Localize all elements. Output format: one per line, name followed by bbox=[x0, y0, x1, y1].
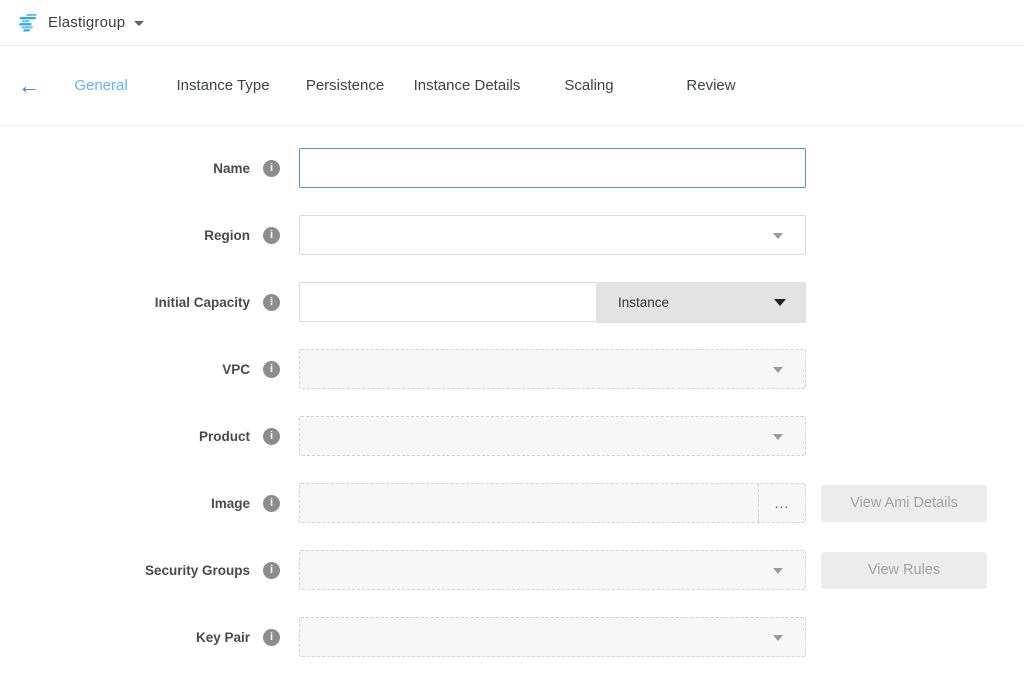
product-label: Product bbox=[0, 429, 250, 444]
vpc-label: VPC bbox=[0, 362, 250, 377]
initial-capacity-info-icon[interactable]: i bbox=[263, 294, 280, 311]
form-row-vpc: VPC i bbox=[0, 349, 1024, 389]
initial-capacity-label: Initial Capacity bbox=[0, 295, 250, 310]
tab-general[interactable]: General bbox=[40, 77, 162, 94]
form-row-name: Name i bbox=[0, 148, 1024, 188]
tab-review[interactable]: Review bbox=[650, 77, 772, 94]
region-label: Region bbox=[0, 228, 250, 243]
tab-scaling[interactable]: Scaling bbox=[528, 77, 650, 94]
name-label: Name bbox=[0, 161, 250, 176]
wizard-nav: ← General Instance Type Persistence Inst… bbox=[0, 46, 1024, 126]
key-pair-info-icon[interactable]: i bbox=[263, 629, 280, 646]
security-groups-info-icon[interactable]: i bbox=[263, 562, 280, 579]
tab-persistence[interactable]: Persistence bbox=[284, 77, 406, 94]
tab-instance-type[interactable]: Instance Type bbox=[162, 77, 284, 94]
tab-instance-details[interactable]: Instance Details bbox=[406, 77, 528, 94]
image-value bbox=[300, 484, 758, 522]
key-pair-select bbox=[299, 617, 806, 657]
vpc-select bbox=[299, 349, 806, 389]
back-arrow-icon[interactable]: ← bbox=[0, 75, 40, 97]
vpc-info-icon[interactable]: i bbox=[263, 361, 280, 378]
chevron-down-icon bbox=[774, 299, 786, 306]
security-groups-label: Security Groups bbox=[0, 563, 250, 578]
initial-capacity-input[interactable] bbox=[299, 282, 596, 322]
app-title[interactable]: Elastigroup bbox=[48, 14, 125, 31]
region-select[interactable] bbox=[299, 215, 806, 255]
caret-down-icon[interactable] bbox=[134, 21, 144, 26]
form-row-key-pair: Key Pair i bbox=[0, 617, 1024, 657]
region-info-icon[interactable]: i bbox=[263, 227, 280, 244]
image-picker: ... bbox=[299, 483, 806, 523]
general-form: Name i Region i Initial Capacity i Insta… bbox=[0, 126, 1024, 657]
key-pair-label: Key Pair bbox=[0, 630, 250, 645]
image-info-icon[interactable]: i bbox=[263, 495, 280, 512]
view-rules-button[interactable]: View Rules bbox=[821, 552, 987, 589]
chevron-down-icon bbox=[773, 635, 783, 641]
name-info-icon[interactable]: i bbox=[263, 160, 280, 177]
product-info-icon[interactable]: i bbox=[263, 428, 280, 445]
security-groups-select bbox=[299, 550, 806, 590]
app-header: Elastigroup bbox=[0, 0, 1024, 46]
chevron-down-icon bbox=[773, 233, 783, 239]
chevron-down-icon bbox=[773, 434, 783, 440]
image-browse-button[interactable]: ... bbox=[758, 484, 805, 522]
form-row-product: Product i bbox=[0, 416, 1024, 456]
capacity-unit-value: Instance bbox=[618, 295, 669, 310]
form-row-image: Image i ... View Ami Details bbox=[0, 483, 1024, 523]
form-row-security-groups: Security Groups i View Rules bbox=[0, 550, 1024, 590]
name-input[interactable] bbox=[299, 148, 806, 188]
view-ami-details-button[interactable]: View Ami Details bbox=[821, 485, 987, 522]
chevron-down-icon bbox=[773, 568, 783, 574]
form-row-initial-capacity: Initial Capacity i Instance bbox=[0, 282, 1024, 322]
capacity-unit-select[interactable]: Instance bbox=[596, 282, 806, 323]
chevron-down-icon bbox=[773, 367, 783, 373]
elastigroup-logo-icon bbox=[14, 13, 39, 33]
image-label: Image bbox=[0, 496, 250, 511]
product-select bbox=[299, 416, 806, 456]
form-row-region: Region i bbox=[0, 215, 1024, 255]
